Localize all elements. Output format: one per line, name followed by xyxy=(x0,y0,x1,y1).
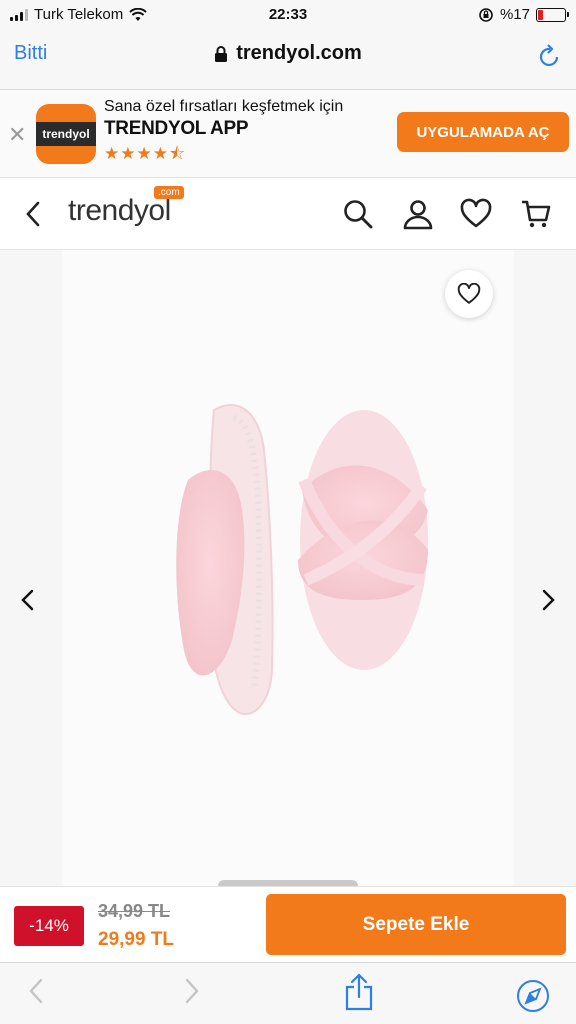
slippers-image xyxy=(176,404,428,715)
battery-icon xyxy=(536,7,569,22)
share-icon[interactable] xyxy=(344,973,374,1011)
current-price: 29,99 TL xyxy=(98,929,175,950)
user-icon[interactable] xyxy=(402,198,434,230)
browser-forward-icon[interactable] xyxy=(182,977,202,1005)
discount-badge: -14% xyxy=(14,906,84,946)
browser-url-bar: Bitti trendyol.com xyxy=(0,30,576,90)
open-in-app-button[interactable]: UYGULAMADA AÇ xyxy=(397,112,569,152)
banner-subtitle: Sana özel fırsatları keşfetmek için xyxy=(104,98,344,115)
next-image-icon[interactable] xyxy=(538,588,558,612)
product-photo xyxy=(62,250,514,886)
url-text: trendyol.com xyxy=(236,42,362,64)
add-to-cart-button[interactable]: Sepete Ekle xyxy=(266,894,566,955)
lock-icon xyxy=(215,45,228,62)
favorites-heart-icon[interactable] xyxy=(460,198,492,230)
trendyol-logo[interactable]: trendyol xyxy=(68,194,171,228)
cart-icon[interactable] xyxy=(520,198,552,230)
old-price: 34,99 TL xyxy=(98,901,171,921)
battery-percent: %17 xyxy=(499,6,530,23)
address-field[interactable]: trendyol.com xyxy=(0,42,576,65)
safari-compass-icon[interactable] xyxy=(516,979,550,1013)
banner-text: Sana özel fırsatları keşfetmek için TREN… xyxy=(104,98,343,170)
browser-back-icon[interactable] xyxy=(26,977,46,1005)
close-icon[interactable]: ✕ xyxy=(8,122,26,148)
app-icon-text: trendyol xyxy=(36,122,96,146)
trendyol-app-icon: trendyol xyxy=(36,104,96,164)
search-icon[interactable] xyxy=(342,198,374,230)
product-image-gallery[interactable] xyxy=(0,250,576,886)
orientation-lock-icon xyxy=(479,7,493,22)
app-install-banner: ✕ trendyol Sana özel fırsatları keşfetme… xyxy=(0,90,576,178)
status-right: %17 xyxy=(478,6,569,23)
previous-image-icon[interactable] xyxy=(18,588,38,612)
browser-toolbar xyxy=(0,962,576,1024)
logo-badge: .com xyxy=(154,186,184,199)
price-bar: -14% 34,99 TL 29,99 TL Sepete Ekle xyxy=(0,886,576,962)
add-to-favorites-button[interactable] xyxy=(445,270,493,318)
heart-icon xyxy=(457,283,481,304)
status-bar: Turk Telekom 22:33 %17 xyxy=(0,0,576,30)
banner-title: TRENDYOL APP xyxy=(104,118,249,139)
rating-stars: ★★★★⯪ xyxy=(104,144,187,163)
site-header: trendyol .com xyxy=(0,178,576,250)
reload-icon[interactable] xyxy=(538,42,562,68)
back-icon[interactable] xyxy=(22,200,46,228)
battery-fill xyxy=(538,9,543,20)
